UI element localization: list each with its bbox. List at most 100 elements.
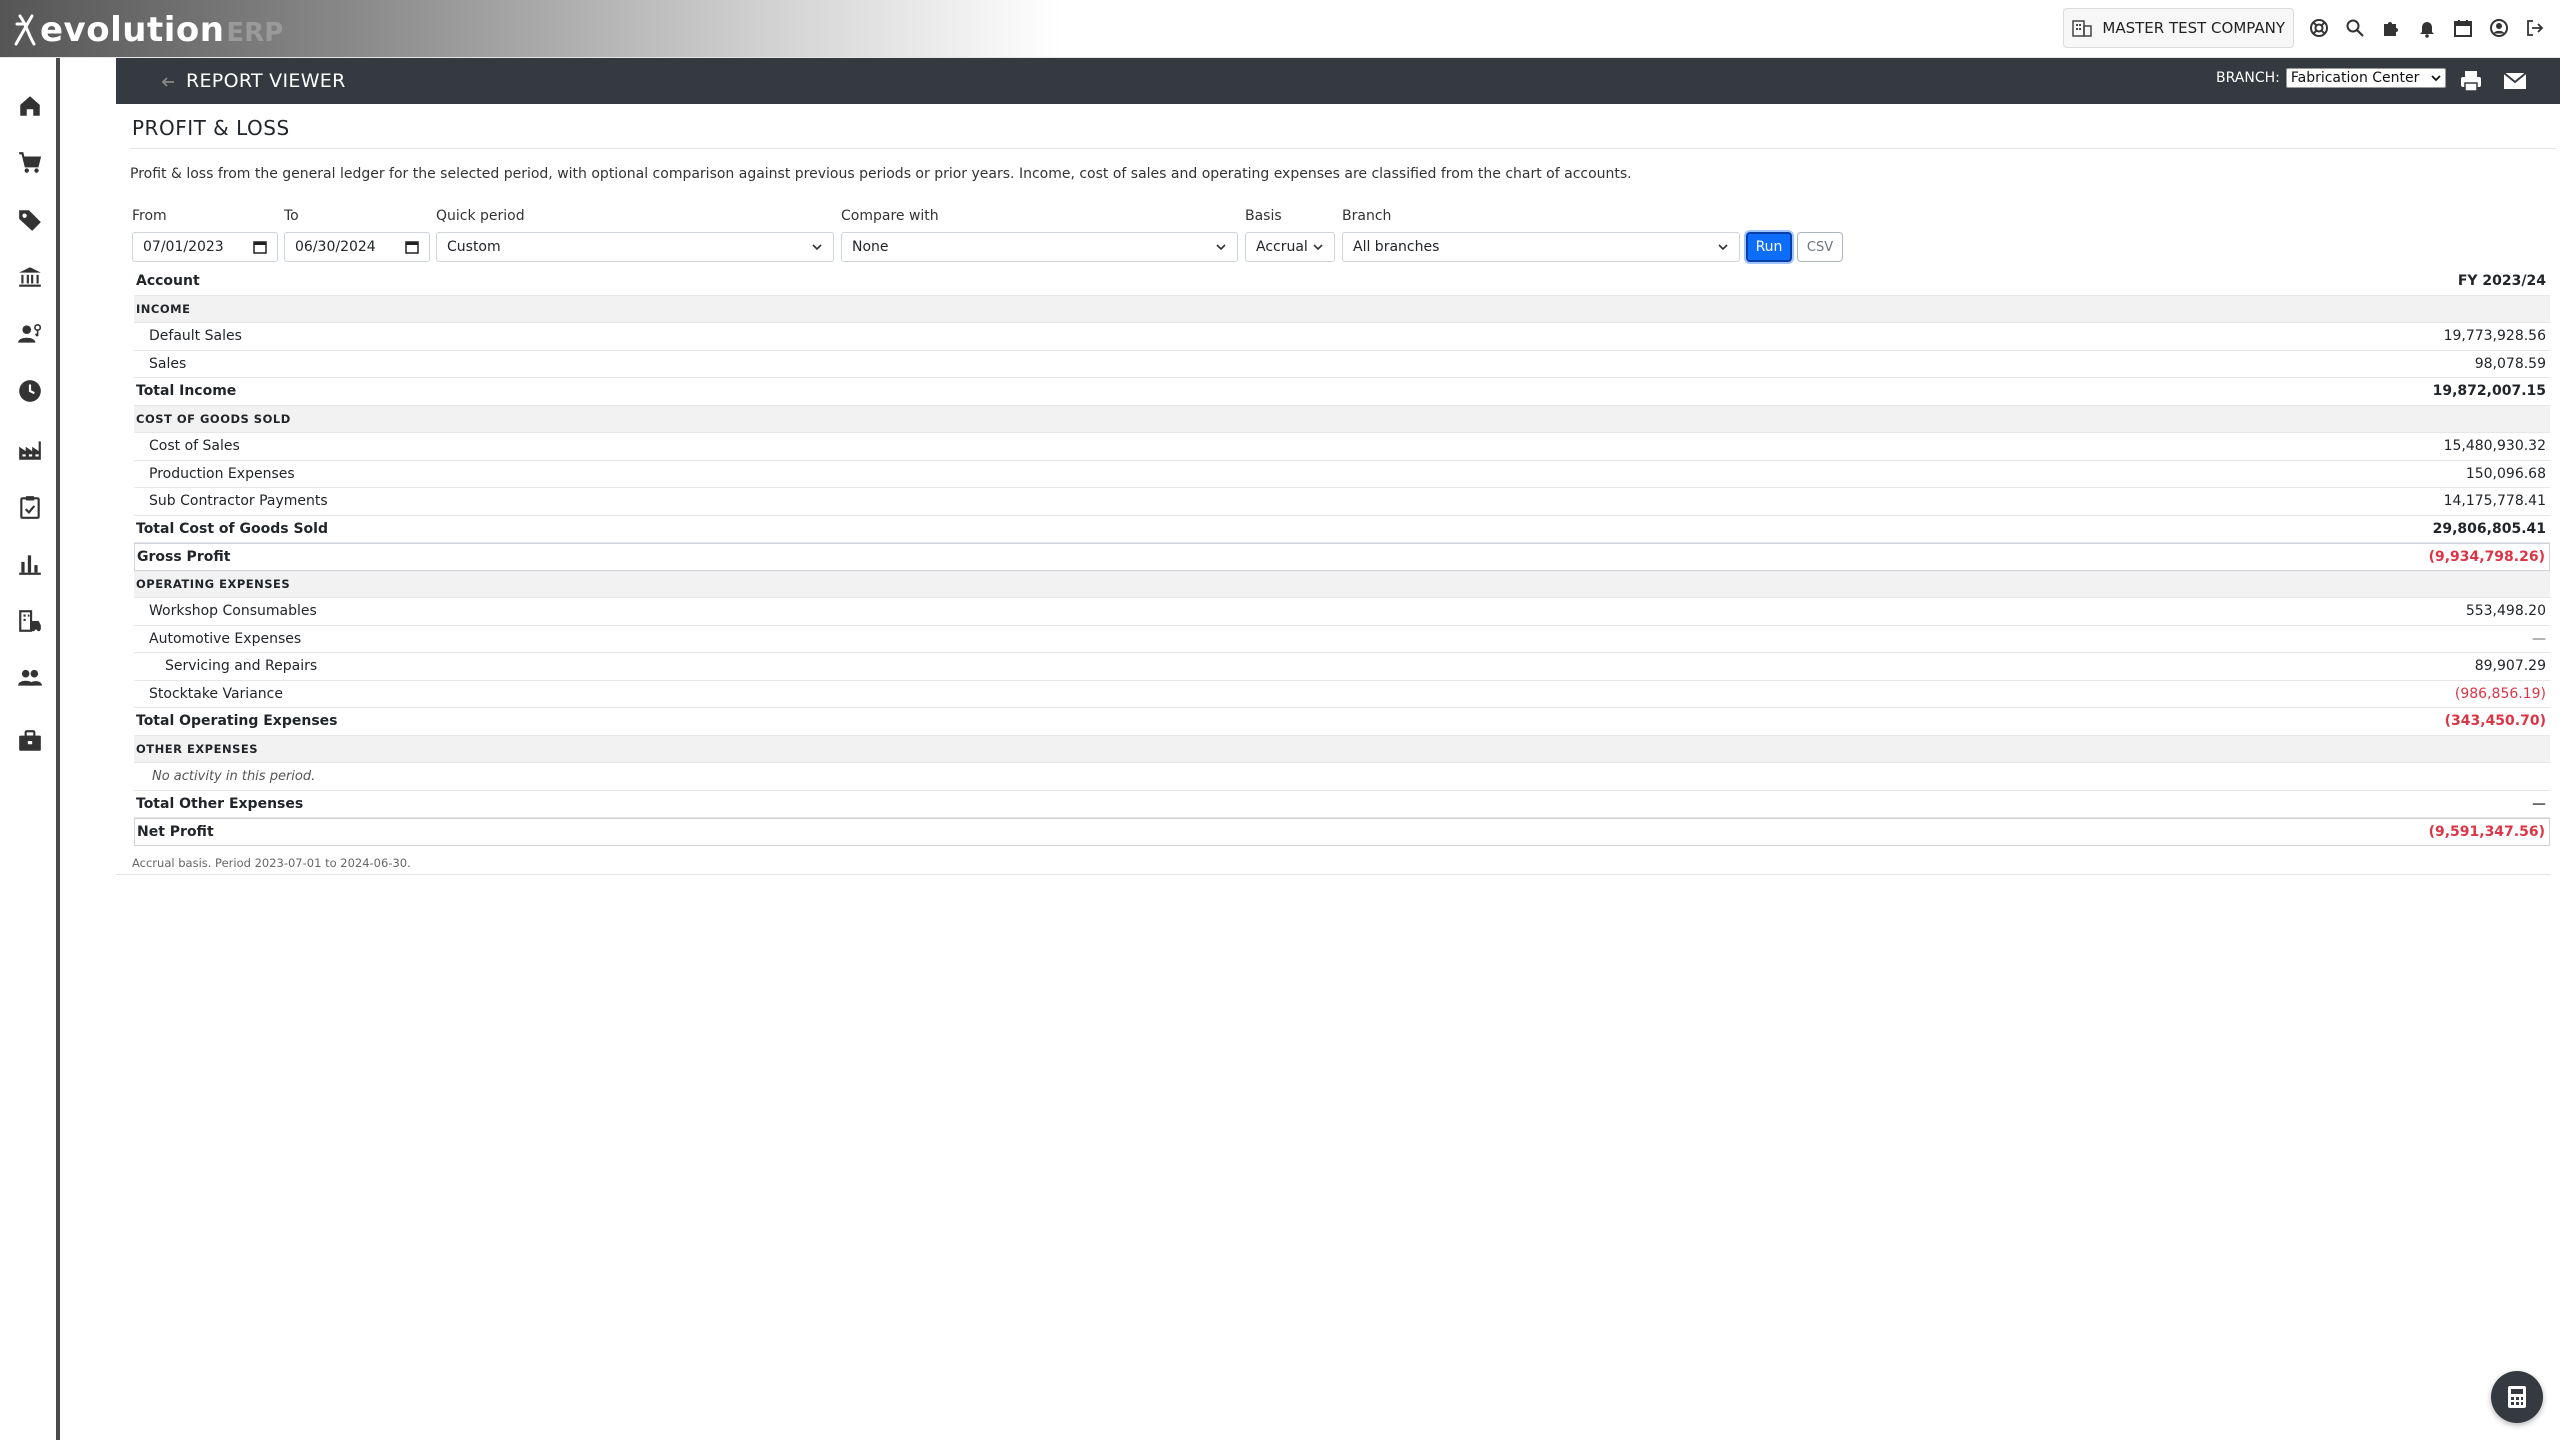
table-header: Account FY 2023/24 [134, 268, 2550, 296]
viewer-title: REPORT VIEWER [186, 70, 346, 92]
account-amount: 14,175,778.41 [2443, 493, 2546, 510]
branch-filter-label: Branch [1342, 208, 1392, 224]
account-amount: (9,934,798.26) [2428, 548, 2545, 565]
section-header-row: COST OF GOODS SOLD [134, 405, 2550, 433]
table-row: Sales 98,078.59 [134, 351, 2550, 378]
people-icon[interactable] [14, 662, 46, 694]
clock-icon[interactable] [14, 375, 46, 407]
account-name: Sub Contractor Payments [149, 493, 328, 510]
logout-icon[interactable] [2524, 17, 2546, 39]
calendar-icon[interactable] [253, 240, 267, 254]
print-icon[interactable] [2458, 68, 2484, 94]
calculator-button[interactable] [2491, 1371, 2543, 1423]
building-icon [2072, 20, 2093, 37]
total-row: Total Other Expenses — [134, 791, 2550, 818]
from-date-value: 07/01/2023 [143, 239, 224, 255]
bank-icon[interactable] [14, 261, 46, 293]
csv-button[interactable]: CSV [1797, 232, 1843, 262]
branch-select-filter[interactable]: All branches [1342, 232, 1740, 262]
email-icon[interactable] [2502, 68, 2528, 94]
column-header-account: Account [136, 273, 200, 290]
account-amount: 15,480,930.32 [2443, 438, 2546, 455]
account-name: Gross Profit [137, 548, 231, 565]
account-name: Workshop Consumables [149, 603, 317, 620]
factory-icon[interactable] [14, 434, 46, 466]
account-name: Stocktake Variance [149, 685, 283, 702]
account-name: Servicing and Repairs [165, 658, 318, 675]
account-amount: 19,872,007.15 [2432, 383, 2546, 400]
branch-select-value: Fabrication Center [2290, 70, 2420, 86]
chevron-down-icon [1216, 244, 1226, 251]
section-header-row: OTHER EXPENSES [134, 735, 2550, 763]
table-row: Cost of Sales 15,480,930.32 [134, 433, 2550, 461]
account-amount: 553,498.20 [2465, 603, 2546, 620]
bar-chart-icon[interactable] [14, 548, 46, 580]
quick-period-select[interactable]: Custom [436, 232, 834, 262]
briefcase-icon[interactable] [14, 725, 46, 757]
account-amount: 89,907.29 [2474, 658, 2546, 675]
calendar-icon[interactable] [2452, 17, 2474, 39]
search-icon[interactable] [2344, 17, 2366, 39]
account-name: OPERATING EXPENSES [136, 576, 291, 591]
company-selector[interactable]: MASTER TEST COMPANY [2063, 8, 2294, 48]
basis-value: Accrual [1256, 239, 1308, 255]
branch-label: BRANCH: [2216, 70, 2280, 86]
user-settings-icon[interactable] [14, 318, 46, 350]
account-name: Production Expenses [149, 465, 295, 482]
account-amount: — [2532, 795, 2546, 812]
basis-label: Basis [1245, 208, 1282, 224]
branch-select[interactable]: Fabrication Center [2285, 68, 2446, 88]
page-title: PROFIT & LOSS [132, 116, 290, 140]
run-button[interactable]: Run [1746, 232, 1792, 262]
basis-select[interactable]: Accrual [1245, 232, 1335, 262]
cart-icon[interactable] [14, 147, 46, 179]
puzzle-icon[interactable] [2380, 17, 2402, 39]
account-amount: 150,096.68 [2465, 465, 2546, 482]
account-name: Total Income [136, 383, 237, 400]
chevron-down-icon [1313, 244, 1323, 251]
table-row: Sub Contractor Payments 14,175,778.41 [134, 488, 2550, 516]
account-name: Net Profit [137, 823, 214, 840]
branch-filter-value: All branches [1353, 239, 1440, 255]
account-name: Total Operating Expenses [136, 713, 338, 730]
compare-with-select[interactable]: None [841, 232, 1238, 262]
home-icon[interactable] [14, 90, 46, 122]
calendar-icon[interactable] [405, 240, 419, 254]
app-logo[interactable]: evolution ERP [12, 8, 283, 52]
help-icon[interactable] [2308, 17, 2330, 39]
total-row: Total Income 19,872,007.15 [134, 378, 2550, 406]
branch-filter: BRANCH: Fabrication Center [2216, 68, 2446, 88]
profit-loss-table: Account FY 2023/24 INCOME Default Sales 19… [134, 268, 2550, 846]
quick-period-value: Custom [447, 239, 501, 255]
to-date-input[interactable]: 06/30/2024 [284, 232, 430, 262]
top-right-tools: MASTER TEST COMPANY [2063, 8, 2546, 48]
user-account-icon[interactable] [2488, 17, 2510, 39]
account-amount: — [2532, 630, 2546, 647]
back-arrow-icon[interactable] [158, 72, 178, 92]
account-name: Cost of Sales [149, 438, 240, 455]
logo-mark-icon [14, 14, 36, 46]
account-name: COST OF GOODS SOLD [136, 411, 291, 426]
top-bar: evolution ERP MASTER TEST COMPANY [0, 0, 2560, 58]
from-date-input[interactable]: 07/01/2023 [132, 232, 278, 262]
report-viewer-header: REPORT VIEWER BRANCH: Fabrication Center [116, 58, 2560, 104]
account-amount: (9,591,347.56) [2428, 823, 2545, 840]
account-name: INCOME [136, 301, 191, 316]
table-row: Production Expenses 150,096.68 [134, 461, 2550, 488]
building-car-icon[interactable] [14, 605, 46, 637]
account-amount: 29,806,805.41 [2432, 520, 2546, 537]
account-name: Automotive Expenses [149, 630, 302, 647]
from-label: From [132, 208, 167, 224]
company-name: MASTER TEST COMPANY [2102, 19, 2285, 37]
bell-icon[interactable] [2416, 17, 2438, 39]
to-label: To [284, 208, 299, 224]
compare-with-value: None [852, 239, 889, 255]
title-divider [130, 148, 2556, 149]
account-amount: 98,078.59 [2474, 355, 2546, 372]
account-amount: (343,450.70) [2444, 713, 2546, 730]
clipboard-check-icon[interactable] [14, 491, 46, 523]
section-header-row: INCOME [134, 295, 2550, 323]
tag-icon[interactable] [14, 204, 46, 236]
total-row: Total Cost of Goods Sold 29,806,805.41 [134, 516, 2550, 543]
table-row: No activity in this period. [134, 763, 2550, 791]
